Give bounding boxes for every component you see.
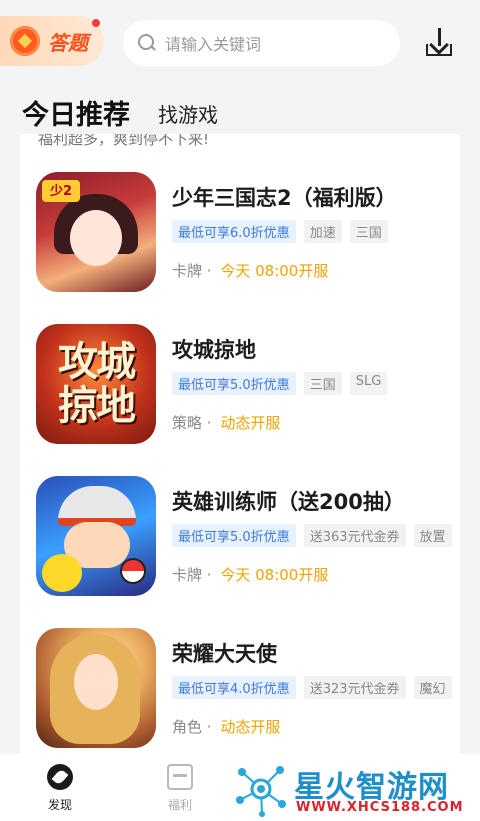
- quiz-button[interactable]: 答题: [0, 16, 104, 66]
- tag: 送323元代金券: [303, 676, 406, 699]
- search-placeholder: 请输入关键词: [165, 35, 262, 54]
- server-open-time: 动态开服: [220, 414, 281, 432]
- icon-logo-text: 攻城掠地: [58, 339, 136, 429]
- genre-label: 角色: [172, 718, 203, 736]
- game-meta: 卡牌 · 今天 08:00开服: [172, 262, 329, 280]
- gongcheng-luedi-icon[interactable]: 攻城掠地: [36, 324, 156, 444]
- tag: 加速: [303, 220, 342, 243]
- search-icon: [137, 33, 157, 53]
- server-open-time: 今天 08:00开服: [220, 262, 329, 280]
- yingxiong-xunlianshi-icon[interactable]: [36, 476, 156, 596]
- game-meta: 角色 · 动态开服: [172, 718, 281, 736]
- game-list-card: 福利超多，爽到停不下来! 少2 少年三国志2（福利版） 最低可享6.0折优惠 加…: [20, 134, 460, 754]
- game-title[interactable]: 英雄训练师（送200抽）: [172, 486, 405, 516]
- genre-label: 卡牌: [172, 262, 203, 280]
- game-title[interactable]: 攻城掠地: [172, 334, 256, 364]
- search-input[interactable]: 请输入关键词: [123, 20, 400, 66]
- network-logo-icon: [236, 766, 286, 817]
- tag: 放置: [413, 524, 452, 547]
- discount-tag: 最低可享5.0折优惠: [172, 524, 296, 547]
- nav-welfare[interactable]: 福利: [150, 764, 210, 813]
- list-item[interactable]: 攻城掠地 攻城掠地 最低可享5.0折优惠 三国 SLG 策略 · 动态开服: [36, 324, 446, 448]
- tag: 送363元代金券: [303, 524, 406, 547]
- gift-icon: [167, 764, 193, 790]
- quiz-coin-icon: [10, 26, 40, 56]
- tag-list: 最低可享6.0折优惠 加速 三国: [172, 220, 388, 243]
- genre-label: 卡牌: [172, 566, 203, 584]
- list-item[interactable]: 荣耀大天使 最低可享4.0折优惠 送323元代金券 魔幻 角色 · 动态开服: [36, 628, 452, 752]
- section-subtitle: 福利超多，爽到停不下来!: [38, 134, 210, 148]
- genre-label: 策略: [172, 414, 203, 432]
- nav-discover[interactable]: 发现: [30, 764, 90, 813]
- nav-label: 福利: [167, 798, 192, 812]
- tag-list: 最低可享5.0折优惠 三国 SLG: [172, 372, 388, 395]
- compass-icon: [47, 764, 73, 790]
- shaonian-sanguozhi-icon[interactable]: 少2: [36, 172, 156, 292]
- watermark-url: WWW.XHCS188.COM: [296, 800, 464, 815]
- list-item[interactable]: 英雄训练师（送200抽） 最低可享5.0折优惠 送363元代金券 放置 卡牌 ·…: [36, 476, 452, 600]
- discount-tag: 最低可享6.0折优惠: [172, 220, 296, 243]
- notification-dot: [92, 19, 100, 27]
- tag: 魔幻: [413, 676, 452, 699]
- tag: 三国: [303, 372, 342, 395]
- tab-recommend[interactable]: 今日推荐: [22, 93, 130, 132]
- tag: SLG: [349, 372, 388, 395]
- quiz-label: 答题: [48, 30, 88, 55]
- tag: 三国: [349, 220, 388, 243]
- tab-find-games[interactable]: 找游戏: [158, 99, 218, 132]
- discount-tag: 最低可享4.0折优惠: [172, 676, 296, 699]
- game-meta: 策略 · 动态开服: [172, 414, 281, 432]
- top-bar: 答题 请输入关键词: [0, 0, 480, 88]
- tab-bar: 今日推荐 找游戏: [22, 92, 218, 132]
- nav-label: 发现: [47, 798, 72, 812]
- discount-tag: 最低可享5.0折优惠: [172, 372, 296, 395]
- watermark: 星火智游网 WWW.XHCS188.COM: [232, 756, 480, 818]
- game-title[interactable]: 少年三国志2（福利版）: [172, 182, 397, 212]
- server-open-time: 动态开服: [220, 718, 281, 736]
- download-icon[interactable]: [424, 28, 454, 58]
- rongyao-datianshi-icon[interactable]: [36, 628, 156, 748]
- tag-list: 最低可享4.0折优惠 送323元代金券 魔幻: [172, 676, 452, 699]
- game-meta: 卡牌 · 今天 08:00开服: [172, 566, 329, 584]
- list-item[interactable]: 少2 少年三国志2（福利版） 最低可享6.0折优惠 加速 三国 卡牌 · 今天 …: [36, 172, 446, 296]
- tag-list: 最低可享5.0折优惠 送363元代金券 放置: [172, 524, 452, 547]
- server-open-time: 今天 08:00开服: [220, 566, 329, 584]
- game-title[interactable]: 荣耀大天使: [172, 638, 277, 668]
